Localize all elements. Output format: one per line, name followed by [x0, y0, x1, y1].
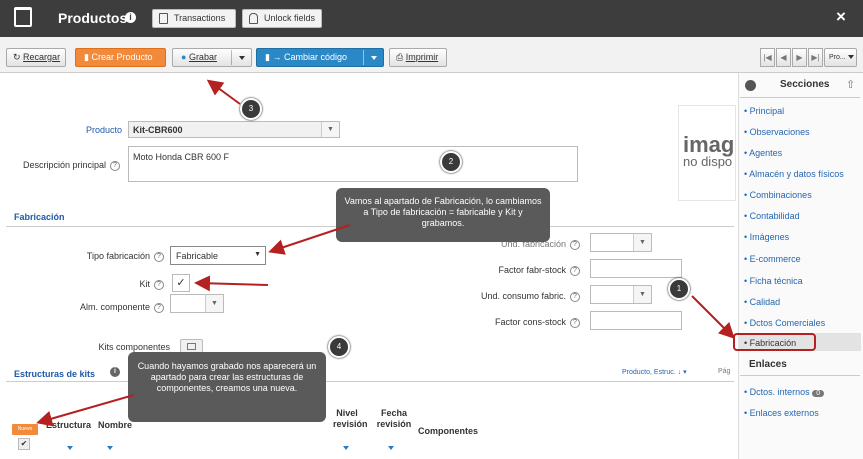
arrow-to-grabar — [206, 79, 241, 105]
arrow-to-nuevo — [36, 394, 135, 427]
arrow-to-kit — [194, 275, 269, 292]
arrow-to-fabricacion — [691, 295, 735, 339]
annotation-arrows — [36, 79, 735, 427]
arrow-to-tipo — [268, 224, 351, 255]
